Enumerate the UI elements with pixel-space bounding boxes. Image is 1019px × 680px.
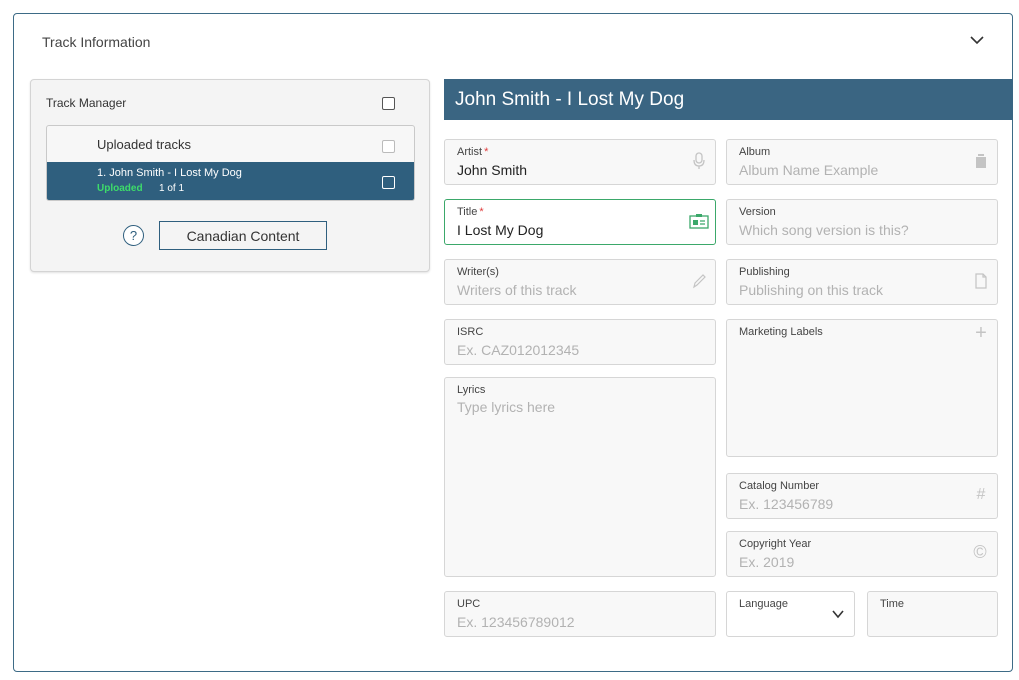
document-icon — [973, 272, 989, 290]
artist-field[interactable]: Artist * John Smith — [444, 139, 716, 185]
upc-label: UPC — [457, 598, 481, 610]
lyrics-field[interactable]: Lyrics Type lyrics here — [444, 377, 716, 577]
catalog-number-placeholder: Ex. 123456789 — [739, 496, 834, 512]
marketing-labels-field[interactable]: Marketing Labels + — [726, 319, 998, 457]
catalog-number-label: Catalog Number — [739, 480, 820, 492]
pencil-icon — [691, 272, 707, 290]
publishing-placeholder: Publishing on this track — [739, 282, 883, 298]
artist-label: Artist — [457, 146, 483, 158]
uploaded-tracks-checkbox[interactable] — [382, 140, 395, 153]
title-label: Title — [457, 206, 478, 218]
version-label: Version — [739, 206, 776, 218]
track-title-banner: John Smith - I Lost My Dog — [444, 79, 1013, 120]
version-field[interactable]: Version Which song version is this? — [726, 199, 998, 245]
plus-icon[interactable]: + — [973, 322, 989, 344]
upc-field[interactable]: UPC Ex. 123456789012 — [444, 591, 716, 637]
select-all-checkbox[interactable] — [382, 97, 395, 110]
copyright-icon: © — [973, 542, 987, 562]
uploaded-tracks-header: Uploaded tracks — [97, 137, 191, 152]
lyrics-placeholder: Type lyrics here — [457, 399, 556, 415]
language-select[interactable]: Language — [726, 591, 855, 637]
required-marker: * — [479, 206, 484, 218]
language-label: Language — [739, 598, 788, 610]
time-field[interactable]: Time — [867, 591, 998, 637]
track-row[interactable]: 1. John Smith - I Lost My Dog Uploaded 1… — [47, 162, 414, 200]
time-label: Time — [880, 598, 905, 610]
version-placeholder: Which song version is this? — [739, 222, 909, 238]
status-badge: Uploaded — [97, 183, 143, 194]
album-icon — [973, 152, 989, 170]
marketing-labels-label: Marketing Labels — [739, 326, 823, 338]
required-marker: * — [484, 146, 489, 158]
hash-icon: # — [976, 486, 986, 503]
uploaded-tracks-list: Uploaded tracks 1. John Smith - I Lost M… — [46, 125, 415, 201]
track-manager-card: Track Manager Uploaded tracks 1. John Sm… — [30, 79, 430, 272]
help-button[interactable]: ? — [123, 225, 144, 246]
track-count: 1 of 1 — [159, 183, 185, 194]
album-placeholder: Album Name Example — [739, 162, 879, 178]
writers-label: Writer(s) — [457, 266, 499, 278]
upc-placeholder: Ex. 123456789012 — [457, 614, 575, 630]
canadian-content-button[interactable]: Canadian Content — [159, 221, 327, 250]
catalog-number-field[interactable]: Catalog Number Ex. 123456789 # — [726, 473, 998, 519]
copyright-year-placeholder: Ex. 2019 — [739, 554, 795, 570]
publishing-field[interactable]: Publishing Publishing on this track — [726, 259, 998, 305]
copyright-year-field[interactable]: Copyright Year Ex. 2019 © — [726, 531, 998, 577]
lyrics-label: Lyrics — [457, 384, 486, 396]
isrc-field[interactable]: ISRC Ex. CAZ012012345 — [444, 319, 716, 365]
writers-placeholder: Writers of this track — [457, 282, 577, 298]
microphone-icon — [691, 152, 707, 170]
album-field[interactable]: Album Album Name Example — [726, 139, 998, 185]
writers-field[interactable]: Writer(s) Writers of this track — [444, 259, 716, 305]
artist-value: John Smith — [457, 162, 528, 178]
track-name: 1. John Smith - I Lost My Dog — [97, 167, 242, 179]
album-label: Album — [739, 146, 771, 158]
panel-title: Track Information — [42, 34, 151, 50]
chevron-down-icon[interactable] — [969, 32, 985, 48]
title-field[interactable]: Title * I Lost My Dog — [444, 199, 716, 245]
track-manager-title: Track Manager — [46, 96, 127, 110]
isrc-label: ISRC — [457, 326, 484, 338]
publishing-label: Publishing — [739, 266, 790, 278]
track-checkbox[interactable] — [382, 176, 395, 189]
track-information-panel: Track Information Track Manager Uploaded… — [13, 13, 1013, 672]
title-value: I Lost My Dog — [457, 222, 544, 238]
copyright-year-label: Copyright Year — [739, 538, 812, 550]
chevron-down-icon — [832, 610, 844, 619]
isrc-placeholder: Ex. CAZ012012345 — [457, 342, 580, 358]
id-card-icon — [689, 212, 709, 230]
